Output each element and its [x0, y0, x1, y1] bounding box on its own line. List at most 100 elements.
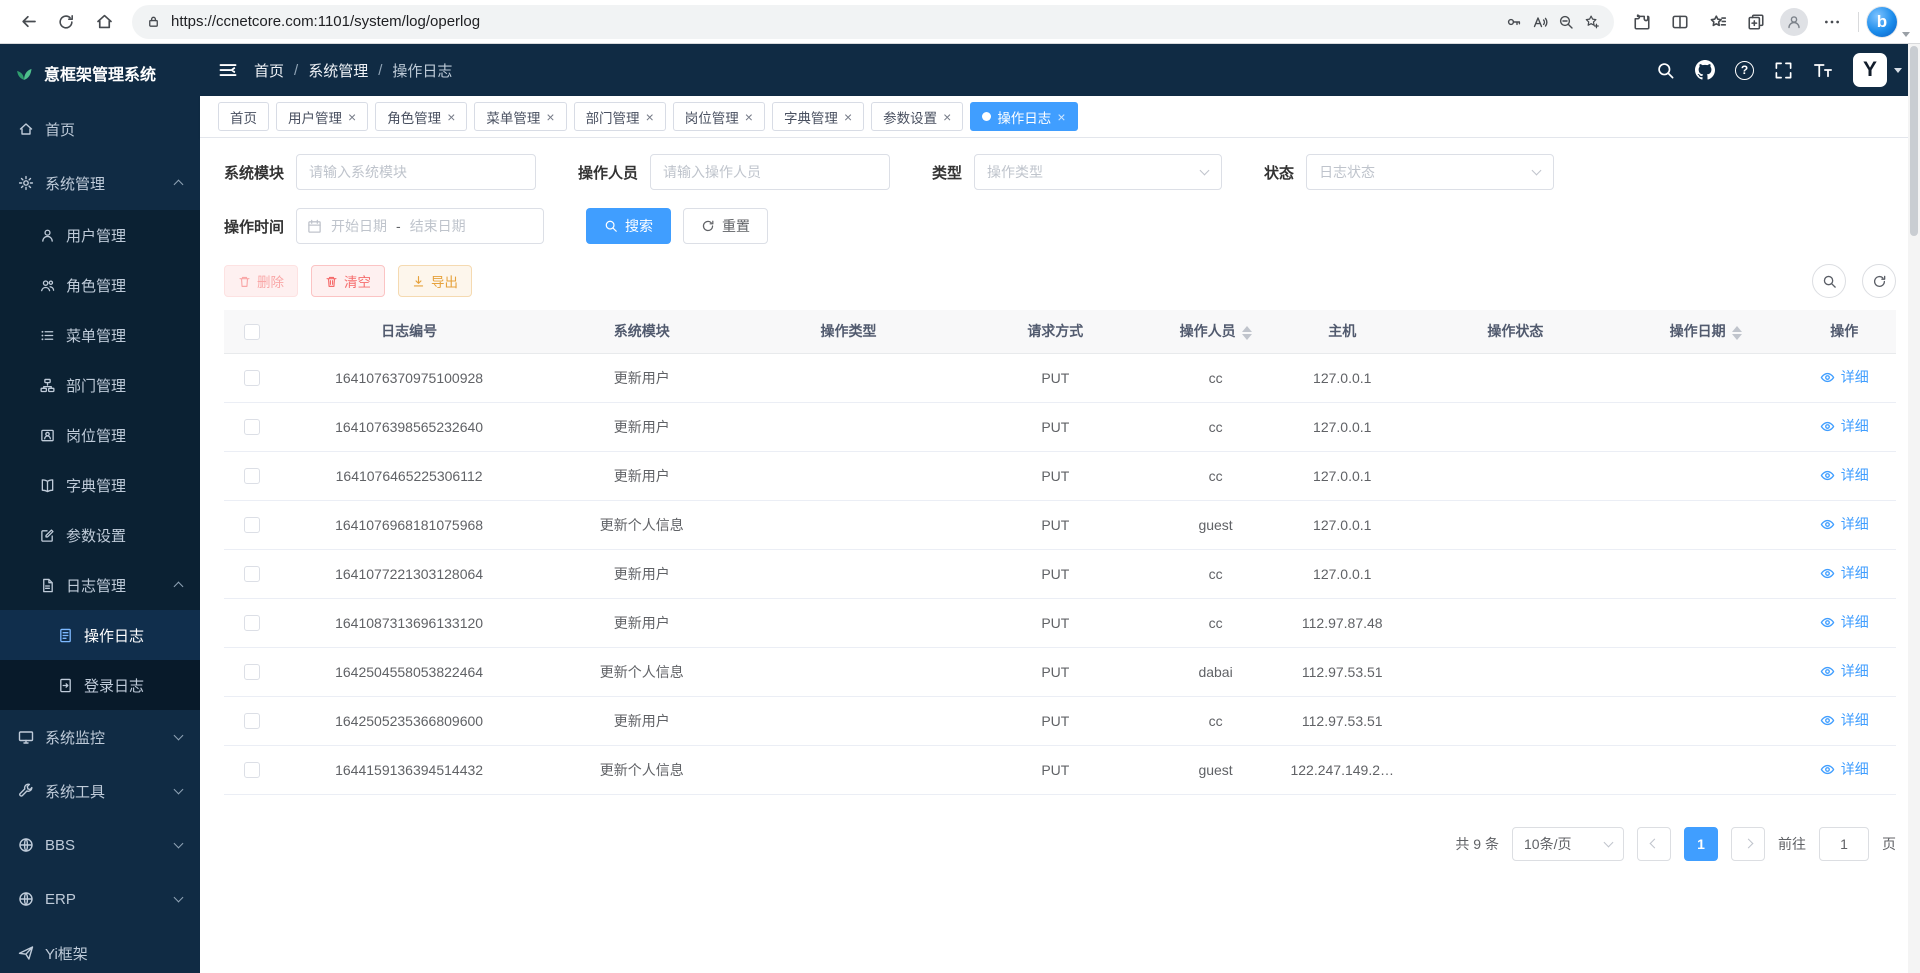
type-select[interactable]: 操作类型 — [974, 154, 1222, 190]
tab-home[interactable]: 首页 — [218, 102, 269, 131]
row-checkbox[interactable] — [244, 713, 260, 729]
close-icon[interactable]: × — [348, 110, 356, 124]
operator-input[interactable] — [650, 154, 890, 190]
sidebar-item-dept[interactable]: 部门管理 — [0, 360, 200, 410]
tab-post[interactable]: 岗位管理× — [673, 102, 765, 131]
detail-link[interactable]: 详细 — [1820, 661, 1869, 681]
profile-button[interactable] — [1776, 5, 1812, 39]
avatar-button[interactable]: Y — [1853, 53, 1902, 87]
detail-link[interactable]: 详细 — [1820, 612, 1869, 632]
search-button[interactable] — [1656, 61, 1675, 80]
refresh-table-button[interactable] — [1862, 264, 1896, 298]
breadcrumb-system[interactable]: 系统管理 — [308, 60, 368, 81]
hamburger-button[interactable] — [218, 60, 238, 80]
tab-dict[interactable]: 字典管理× — [772, 102, 864, 131]
extensions-button[interactable] — [1624, 5, 1660, 39]
row-checkbox[interactable] — [244, 664, 260, 680]
detail-link[interactable]: 详细 — [1820, 514, 1869, 534]
home-button[interactable] — [86, 5, 122, 39]
search-button[interactable]: 搜索 — [586, 208, 671, 244]
collections-button[interactable] — [1738, 5, 1774, 39]
sidebar-item-tools[interactable]: 系统工具 — [0, 764, 200, 818]
sidebar-item-bbs[interactable]: BBS — [0, 818, 200, 872]
detail-link[interactable]: 详细 — [1820, 759, 1869, 779]
app-logo[interactable]: 意框架管理系统 — [0, 44, 200, 102]
key-icon[interactable] — [1506, 14, 1522, 30]
sort-icon[interactable] — [1242, 326, 1252, 340]
prev-page-button[interactable] — [1637, 827, 1671, 861]
help-button[interactable]: ? — [1735, 61, 1754, 80]
detail-link[interactable]: 详细 — [1820, 710, 1869, 730]
date-range-picker[interactable]: 开始日期 - 结束日期 — [296, 208, 544, 244]
row-checkbox[interactable] — [244, 419, 260, 435]
select-all-checkbox[interactable] — [244, 324, 260, 340]
sidebar-item-operlog[interactable]: 操作日志 — [0, 610, 200, 660]
clear-button[interactable]: 清空 — [311, 265, 385, 297]
sidebar-item-system[interactable]: 系统管理 — [0, 156, 200, 210]
toggle-search-button[interactable] — [1812, 264, 1846, 298]
close-icon[interactable]: × — [447, 110, 455, 124]
tab-dept[interactable]: 部门管理× — [574, 102, 666, 131]
detail-link[interactable]: 详细 — [1820, 416, 1869, 436]
bing-button[interactable]: b — [1867, 7, 1897, 37]
close-icon[interactable]: × — [1057, 110, 1065, 124]
status-select[interactable]: 日志状态 — [1306, 154, 1554, 190]
lock-icon[interactable] — [146, 14, 161, 29]
breadcrumb-home[interactable]: 首页 — [254, 60, 284, 81]
row-checkbox[interactable] — [244, 517, 260, 533]
back-button[interactable] — [10, 5, 46, 39]
bing-caret-icon[interactable] — [1902, 32, 1910, 37]
delete-button[interactable]: 删除 — [224, 265, 298, 297]
module-input[interactable] — [296, 154, 536, 190]
font-size-button[interactable] — [1813, 60, 1833, 80]
tab-param[interactable]: 参数设置× — [871, 102, 963, 131]
zoom-out-icon[interactable] — [1558, 14, 1574, 30]
close-icon[interactable]: × — [943, 110, 951, 124]
page-size-select[interactable]: 10条/页 — [1512, 827, 1624, 861]
reset-button[interactable]: 重置 — [683, 208, 768, 244]
sidebar-item-yi[interactable]: Yi框架 — [0, 926, 200, 973]
sidebar-item-monitor[interactable]: 系统监控 — [0, 710, 200, 764]
sidebar-item-loginlog[interactable]: 登录日志 — [0, 660, 200, 710]
vertical-scrollbar[interactable] — [1908, 44, 1920, 973]
more-button[interactable] — [1814, 5, 1850, 39]
col-operator[interactable]: 操作人员 — [1159, 310, 1273, 353]
row-checkbox[interactable] — [244, 762, 260, 778]
next-page-button[interactable] — [1731, 827, 1765, 861]
fullscreen-button[interactable] — [1774, 61, 1793, 80]
close-icon[interactable]: × — [844, 110, 852, 124]
row-checkbox[interactable] — [244, 566, 260, 582]
sort-icon[interactable] — [1732, 326, 1742, 340]
tab-operlog[interactable]: 操作日志× — [970, 102, 1077, 131]
col-date[interactable]: 操作日期 — [1619, 310, 1793, 353]
detail-link[interactable]: 详细 — [1820, 563, 1869, 583]
row-checkbox[interactable] — [244, 370, 260, 386]
github-button[interactable] — [1695, 60, 1715, 80]
tab-user[interactable]: 用户管理× — [276, 102, 368, 131]
favorite-star-icon[interactable] — [1584, 14, 1600, 30]
sidebar-item-param[interactable]: 参数设置 — [0, 510, 200, 560]
close-icon[interactable]: × — [646, 110, 654, 124]
tab-role[interactable]: 角色管理× — [375, 102, 467, 131]
export-button[interactable]: 导出 — [398, 265, 472, 297]
address-bar[interactable]: https://ccnetcore.com:1101/system/log/op… — [132, 5, 1614, 39]
sidebar-item-erp[interactable]: ERP — [0, 872, 200, 926]
sidebar-item-log[interactable]: 日志管理 — [0, 560, 200, 610]
sidebar-item-user[interactable]: 用户管理 — [0, 210, 200, 260]
refresh-button[interactable] — [48, 5, 84, 39]
sidebar-item-menu[interactable]: 菜单管理 — [0, 310, 200, 360]
tab-menu[interactable]: 菜单管理× — [474, 102, 566, 131]
sidebar-item-home[interactable]: 首页 — [0, 102, 200, 156]
row-checkbox[interactable] — [244, 615, 260, 631]
close-icon[interactable]: × — [745, 110, 753, 124]
goto-page-input[interactable] — [1819, 827, 1869, 861]
detail-link[interactable]: 详细 — [1820, 367, 1869, 387]
row-checkbox[interactable] — [244, 468, 260, 484]
sidebar-item-dict[interactable]: 字典管理 — [0, 460, 200, 510]
sidebar-item-post[interactable]: 岗位管理 — [0, 410, 200, 460]
split-screen-button[interactable] — [1662, 5, 1698, 39]
close-icon[interactable]: × — [546, 110, 554, 124]
page-number-button[interactable]: 1 — [1684, 827, 1718, 861]
detail-link[interactable]: 详细 — [1820, 465, 1869, 485]
read-aloud-icon[interactable] — [1532, 14, 1548, 30]
